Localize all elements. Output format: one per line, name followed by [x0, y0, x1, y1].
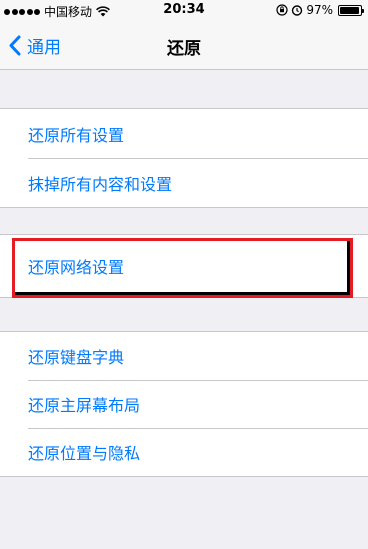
battery-fill	[340, 6, 360, 14]
status-right: 97%	[276, 3, 364, 17]
highlight-box	[12, 238, 353, 298]
reset-home-screen-layout-cell[interactable]: 还原主屏幕布局	[0, 380, 368, 428]
cell-label: 还原所有设置	[28, 125, 125, 145]
cell-label: 还原键盘字典	[28, 348, 125, 367]
reset-keyboard-dictionary-cell[interactable]: 还原键盘字典	[0, 332, 368, 380]
page-title: 还原	[167, 39, 201, 59]
cell-label: 还原位置与隐私	[28, 444, 141, 463]
erase-all-content-cell[interactable]: 抹掉所有内容和设置	[0, 158, 368, 207]
reset-location-privacy-cell[interactable]: 还原位置与隐私	[0, 428, 368, 476]
alarm-icon	[292, 5, 303, 16]
battery-percentage: 97%	[306, 3, 333, 17]
screen: 中国移动 20:34 97% 通用 还原 还原所有设置 抹掉所有内容和设置 还原…	[0, 0, 368, 549]
status-bar: 中国移动 20:34 97%	[0, 0, 368, 20]
cell-label: 抹掉所有内容和设置	[28, 174, 173, 194]
cell-label: 还原主屏幕布局	[28, 396, 141, 415]
rotation-lock-icon	[276, 4, 288, 16]
navigation-bar: 通用 还原	[0, 20, 368, 70]
reset-group-1: 还原所有设置 抹掉所有内容和设置	[0, 108, 368, 208]
reset-all-settings-cell[interactable]: 还原所有设置	[0, 109, 368, 158]
reset-group-3: 还原键盘字典 还原主屏幕布局 还原位置与隐私	[0, 331, 368, 477]
battery-icon	[338, 4, 364, 16]
